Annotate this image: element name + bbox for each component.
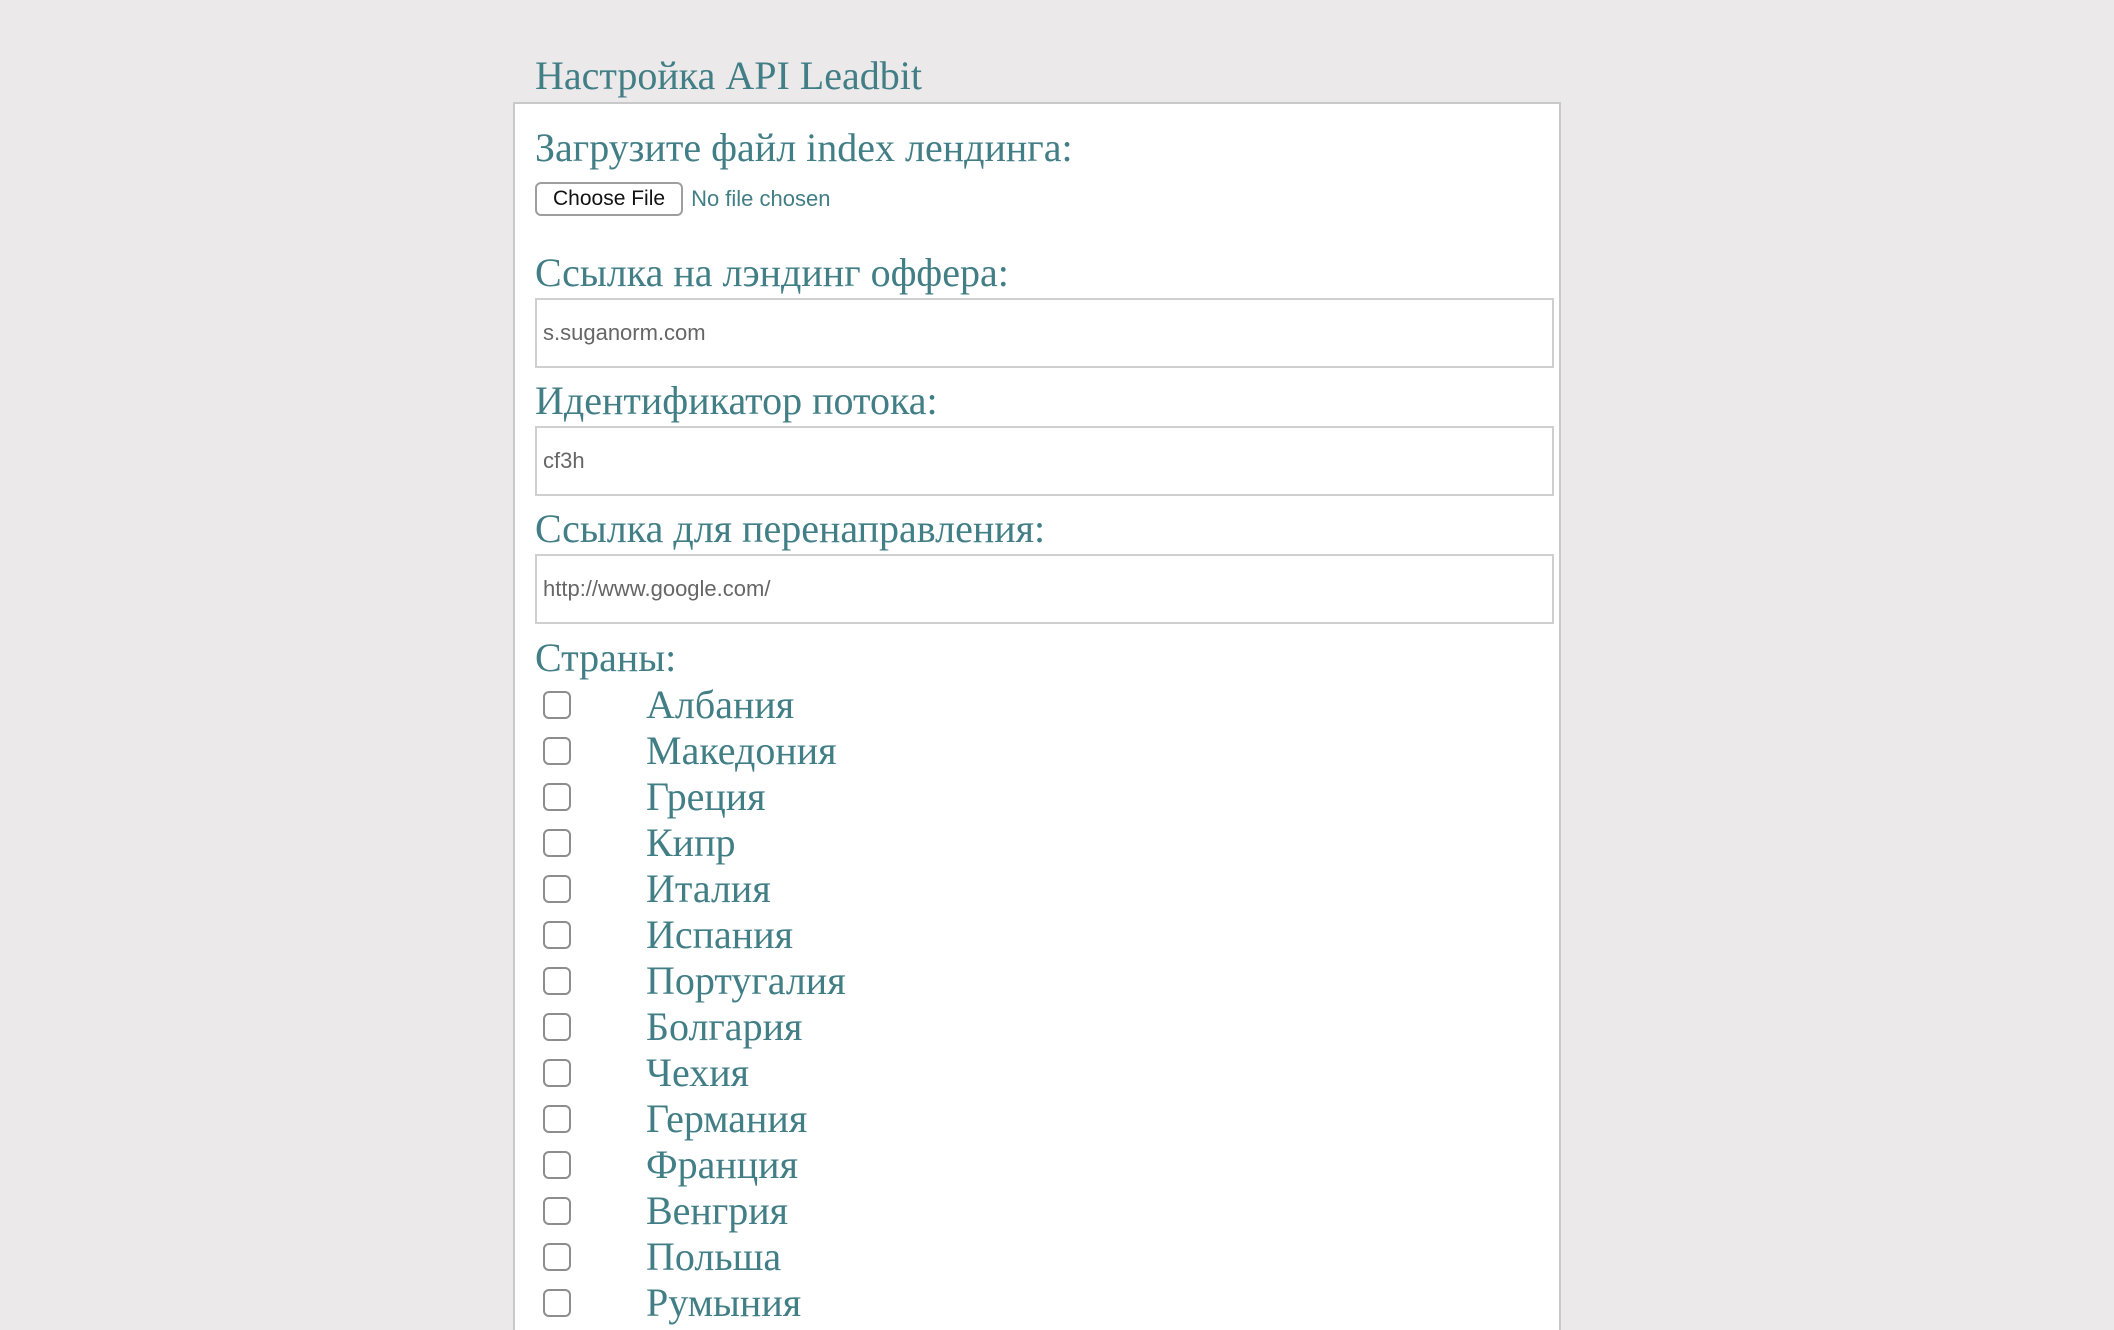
country-checkbox[interactable] (543, 1289, 571, 1317)
country-checkbox[interactable] (543, 737, 571, 765)
country-item-germany[interactable]: Германия (535, 1096, 1535, 1142)
country-checkbox[interactable] (543, 829, 571, 857)
country-label: Кипр (646, 820, 736, 865)
country-checkbox[interactable] (543, 1197, 571, 1225)
redirect-link-label: Ссылка для перенаправления: (535, 506, 1046, 551)
country-item-greece[interactable]: Греция (535, 774, 1535, 820)
country-label: Венгрия (646, 1188, 789, 1233)
landing-link-label: Ссылка на лэндинг оффера: (535, 250, 1009, 295)
country-checkbox[interactable] (543, 1105, 571, 1133)
landing-link-field[interactable] (535, 298, 1554, 368)
country-item-france[interactable]: Франция (535, 1142, 1535, 1188)
choose-file-button[interactable]: Choose File (535, 182, 684, 216)
redirect-link-field[interactable] (535, 554, 1554, 624)
country-checkbox[interactable] (543, 1059, 571, 1087)
country-item-czechia[interactable]: Чехия (535, 1050, 1535, 1096)
redirect-link-input[interactable] (537, 556, 1552, 622)
country-label: Албания (646, 682, 795, 727)
country-checkbox[interactable] (543, 783, 571, 811)
country-item-italy[interactable]: Италия (535, 866, 1535, 912)
country-item-portugal[interactable]: Португалия (535, 958, 1535, 1004)
country-label: Франция (646, 1142, 798, 1187)
country-item-poland[interactable]: Польша (535, 1234, 1535, 1280)
country-label: Чехия (646, 1050, 750, 1095)
country-label: Польша (646, 1234, 782, 1279)
country-label: Италия (646, 866, 771, 911)
country-label: Румыния (646, 1280, 802, 1325)
country-checkbox[interactable] (543, 967, 571, 995)
country-item-cyprus[interactable]: Кипр (535, 820, 1535, 866)
country-label: Португалия (646, 958, 846, 1003)
country-label: Македония (646, 728, 837, 773)
country-item-spain[interactable]: Испания (535, 912, 1535, 958)
country-checkbox[interactable] (543, 875, 571, 903)
countries-list: Албания Македония Греция Кипр Италия Исп… (535, 682, 1535, 1326)
upload-file-label: Загрузите файл index лендинга: (535, 125, 1073, 170)
file-upload-control[interactable]: Choose File No file chosen (535, 181, 830, 217)
country-item-bulgaria[interactable]: Болгария (535, 1004, 1535, 1050)
stream-id-field[interactable] (535, 426, 1554, 496)
country-item-albania[interactable]: Албания (535, 682, 1535, 728)
country-checkbox[interactable] (543, 691, 571, 719)
stream-id-input[interactable] (537, 428, 1552, 494)
landing-link-input[interactable] (537, 300, 1552, 366)
country-label: Болгария (646, 1004, 803, 1049)
country-item-macedonia[interactable]: Македония (535, 728, 1535, 774)
country-item-hungary[interactable]: Венгрия (535, 1188, 1535, 1234)
page-title: Настройка API Leadbit (535, 53, 922, 98)
country-checkbox[interactable] (543, 1013, 571, 1041)
country-item-romania[interactable]: Румыния (535, 1280, 1535, 1326)
country-label: Германия (646, 1096, 808, 1141)
country-label: Испания (646, 912, 794, 957)
country-label: Греция (646, 774, 766, 819)
file-status-text: No file chosen (691, 186, 831, 211)
countries-label: Страны: (535, 635, 677, 680)
country-checkbox[interactable] (543, 921, 571, 949)
settings-form-panel: Загрузите файл index лендинга: Choose Fi… (513, 102, 1561, 1330)
country-checkbox[interactable] (543, 1151, 571, 1179)
country-checkbox[interactable] (543, 1243, 571, 1271)
stream-id-label: Идентификатор потока: (535, 378, 938, 423)
